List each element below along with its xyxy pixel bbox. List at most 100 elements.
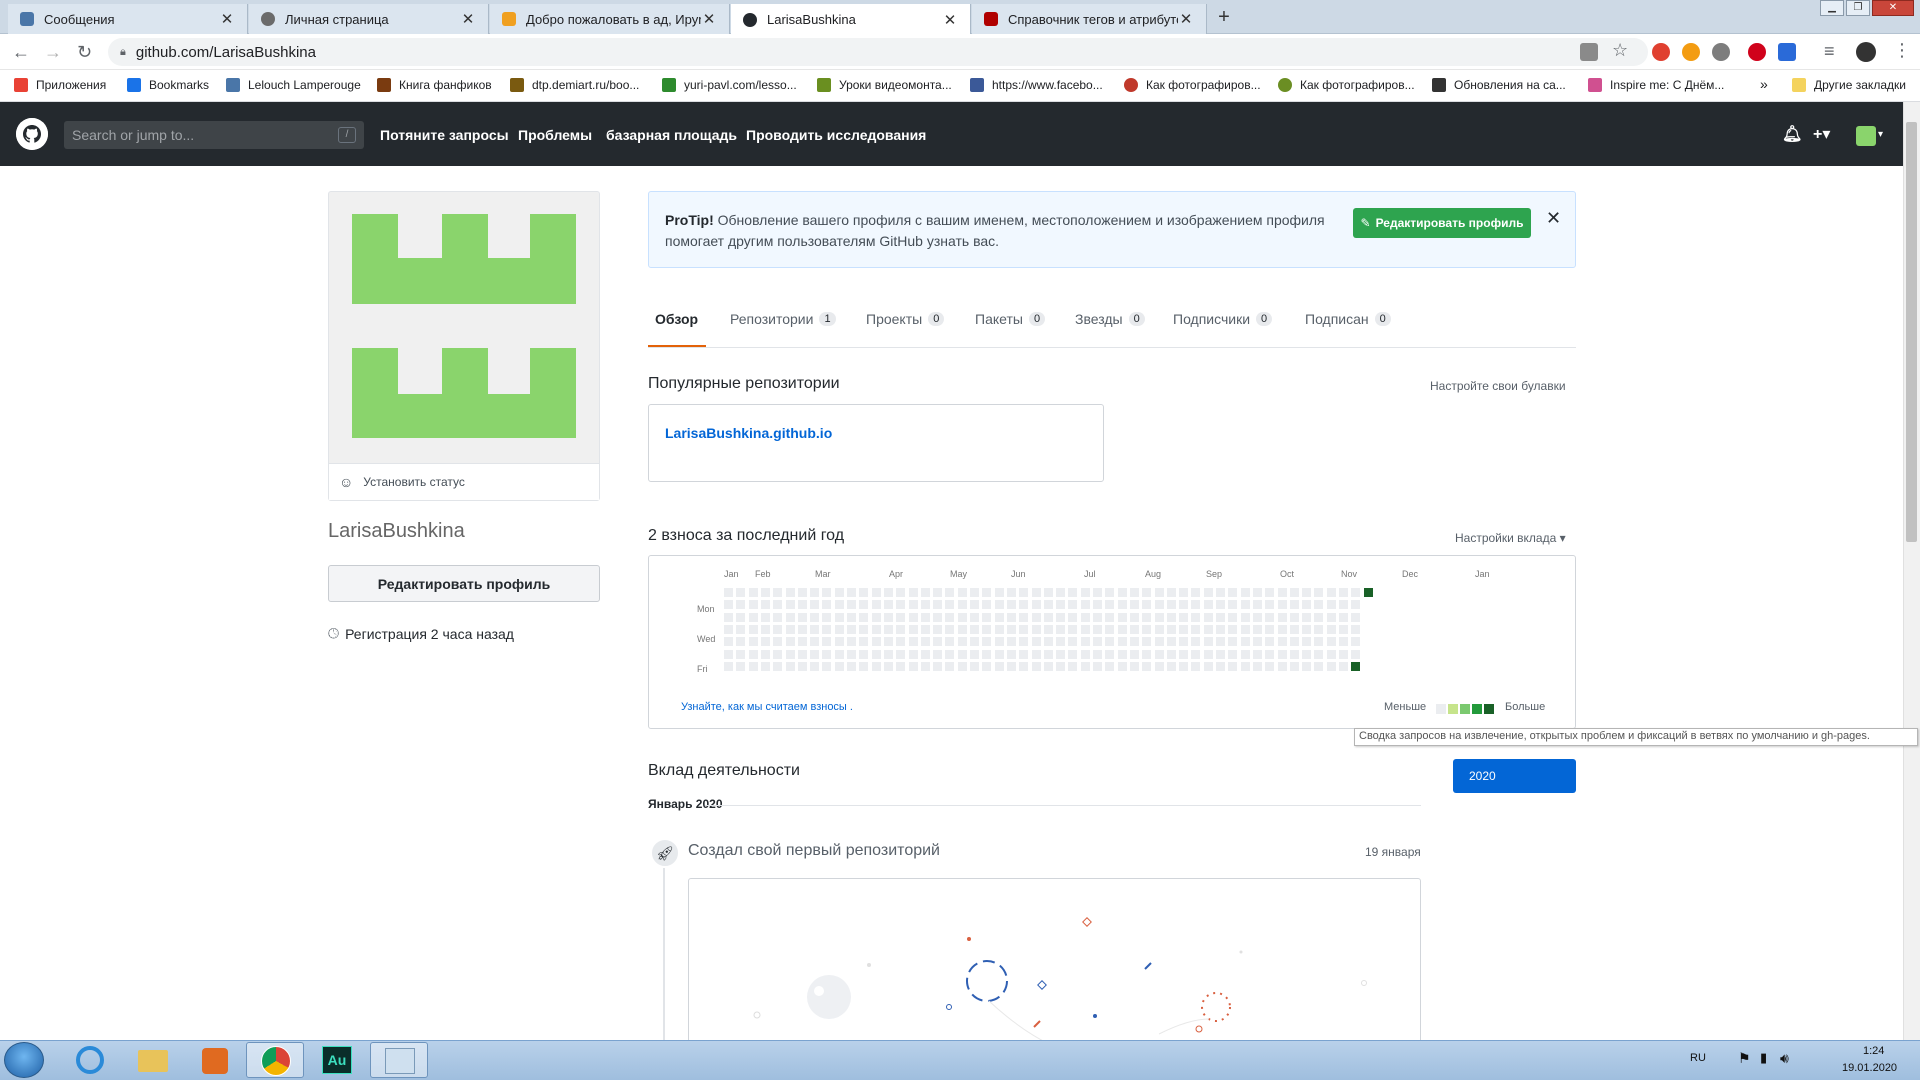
contribution-day-cell[interactable] — [785, 649, 795, 659]
contribution-day-cell[interactable] — [1216, 624, 1225, 634]
contribution-day-cell[interactable] — [810, 637, 820, 647]
contribution-day-cell[interactable] — [920, 612, 930, 622]
contribution-day-cell[interactable] — [797, 637, 807, 647]
customize-pins-link[interactable]: Настройте свои булавки — [1430, 379, 1566, 393]
contribution-day-cell[interactable] — [1142, 624, 1152, 634]
contribution-day-cell[interactable] — [1314, 600, 1324, 610]
contribution-day-cell[interactable] — [1277, 637, 1287, 647]
contribution-day-cell[interactable] — [957, 661, 967, 671]
contribution-day-cell[interactable] — [1006, 661, 1016, 671]
bookmark-apps[interactable]: Приложения — [14, 78, 106, 92]
contribution-day-cell[interactable] — [1191, 661, 1201, 671]
contribution-day-cell[interactable] — [1105, 600, 1115, 610]
contribution-day-cell[interactable] — [1289, 637, 1299, 647]
contribution-day-cell[interactable] — [797, 624, 807, 634]
contribution-day-cell[interactable] — [1105, 637, 1115, 647]
contribution-day-cell[interactable] — [970, 649, 979, 659]
contribution-day-cell[interactable] — [797, 600, 807, 610]
contribution-day-cell[interactable] — [1265, 624, 1275, 634]
contribution-day-cell[interactable] — [1265, 637, 1275, 647]
star-icon[interactable]: ☆ — [1612, 40, 1628, 61]
contribution-day-cell[interactable] — [1277, 649, 1287, 659]
new-tab-button[interactable]: + — [1211, 6, 1237, 30]
contribution-day-cell[interactable] — [957, 612, 967, 622]
contribution-day-cell[interactable] — [773, 661, 783, 671]
contribution-day-cell[interactable] — [748, 588, 758, 597]
contribution-day-cell[interactable] — [1326, 588, 1336, 597]
close-icon[interactable]: ✕ — [942, 11, 958, 29]
protip-edit-profile-button[interactable]: ✎ Редактировать профиль — [1353, 208, 1531, 238]
contribution-day-cell[interactable] — [1216, 600, 1225, 610]
contribution-day-cell[interactable] — [736, 612, 746, 622]
contribution-day-cell[interactable] — [1019, 661, 1029, 671]
contribution-day-cell[interactable] — [760, 588, 770, 597]
contribution-day-cell[interactable] — [1031, 661, 1041, 671]
contribution-day-cell[interactable] — [1019, 649, 1029, 659]
contribution-day-cell[interactable] — [1179, 624, 1189, 634]
contribution-day-cell[interactable] — [1277, 600, 1287, 610]
contribution-day-cell[interactable] — [896, 649, 906, 659]
github-search-input[interactable]: Search or jump to... / — [64, 121, 364, 149]
contribution-day-cell[interactable] — [1240, 637, 1250, 647]
contribution-day-cell[interactable] — [1068, 612, 1078, 622]
contribution-day-cell[interactable] — [1179, 661, 1189, 671]
contribution-day-cell[interactable] — [1252, 624, 1262, 634]
contribution-day-cell[interactable] — [834, 637, 844, 647]
tab-following[interactable]: Подписан 0 — [1305, 311, 1391, 327]
contribution-day-cell[interactable] — [933, 600, 943, 610]
contribution-day-cell[interactable] — [1142, 661, 1152, 671]
extension-icon[interactable] — [1712, 43, 1730, 61]
contribution-day-cell[interactable] — [896, 624, 906, 634]
contribution-day-cell[interactable] — [1228, 600, 1238, 610]
contribution-day-cell[interactable] — [1105, 649, 1115, 659]
contribution-day-cell[interactable] — [797, 661, 807, 671]
back-icon[interactable]: ← — [12, 42, 30, 63]
contribution-day-cell[interactable] — [1302, 624, 1312, 634]
profile-avatar[interactable] — [1856, 42, 1876, 62]
contribution-day-cell[interactable] — [1019, 588, 1029, 597]
bookmark-item[interactable]: Уроки видеомонта... — [817, 78, 952, 92]
contribution-day-cell[interactable] — [945, 612, 955, 622]
audition-taskbar-button[interactable]: Au — [308, 1042, 366, 1078]
contribution-day-cell[interactable] — [1203, 637, 1213, 647]
clock-time[interactable]: 1:24 — [1863, 1045, 1884, 1057]
browser-tab-reference[interactable]: Справочник тегов и атрибутов ✕ — [972, 4, 1207, 34]
contribution-day-cell[interactable] — [1252, 637, 1262, 647]
contribution-day-cell[interactable] — [834, 661, 844, 671]
contribution-day-cell[interactable] — [957, 600, 967, 610]
reading-list-icon[interactable]: ≡ — [1824, 41, 1835, 62]
browser-tab-personal[interactable]: Личная страница ✕ — [249, 4, 489, 34]
contribution-day-cell[interactable] — [920, 600, 930, 610]
contribution-day-cell[interactable] — [822, 612, 832, 622]
bookmark-item[interactable]: Lelouch Lamperouge — [226, 78, 361, 92]
contribution-day-cell[interactable] — [724, 624, 733, 634]
contribution-day-cell[interactable] — [810, 612, 820, 622]
contribution-day-cell[interactable] — [1080, 624, 1090, 634]
extension-icon[interactable] — [1778, 43, 1796, 61]
contribution-day-cell[interactable] — [1216, 661, 1225, 671]
contribution-day-cell[interactable] — [1314, 649, 1324, 659]
contribution-day-cell[interactable] — [1043, 661, 1053, 671]
clock-date[interactable]: 19.01.2020 — [1842, 1062, 1897, 1074]
contribution-day-cell[interactable] — [797, 612, 807, 622]
contribution-day-cell[interactable] — [773, 588, 783, 597]
contribution-day-cell[interactable] — [822, 600, 832, 610]
contribution-day-cell[interactable] — [1289, 649, 1299, 659]
contribution-day-cell[interactable] — [1166, 600, 1176, 610]
tab-overview[interactable]: Обзор — [655, 311, 698, 327]
contribution-day-cell[interactable] — [834, 612, 844, 622]
contribution-day-cell[interactable] — [1129, 649, 1139, 659]
contribution-day-cell[interactable] — [834, 624, 844, 634]
contribution-day-cell[interactable] — [1326, 637, 1336, 647]
contribution-day-cell[interactable] — [1117, 637, 1127, 647]
create-new-button[interactable]: +▾ — [1813, 124, 1830, 144]
contribution-day-cell[interactable] — [908, 588, 918, 597]
contribution-day-cell[interactable] — [1252, 612, 1262, 622]
contribution-day-cell[interactable] — [1080, 649, 1090, 659]
contribution-day-cell[interactable] — [1056, 612, 1066, 622]
contribution-day-cell[interactable] — [1302, 600, 1312, 610]
contribution-day-cell[interactable] — [994, 637, 1004, 647]
contribution-day-cell[interactable] — [773, 612, 783, 622]
contribution-day-cell[interactable] — [724, 649, 733, 659]
contribution-day-cell[interactable] — [1252, 600, 1262, 610]
